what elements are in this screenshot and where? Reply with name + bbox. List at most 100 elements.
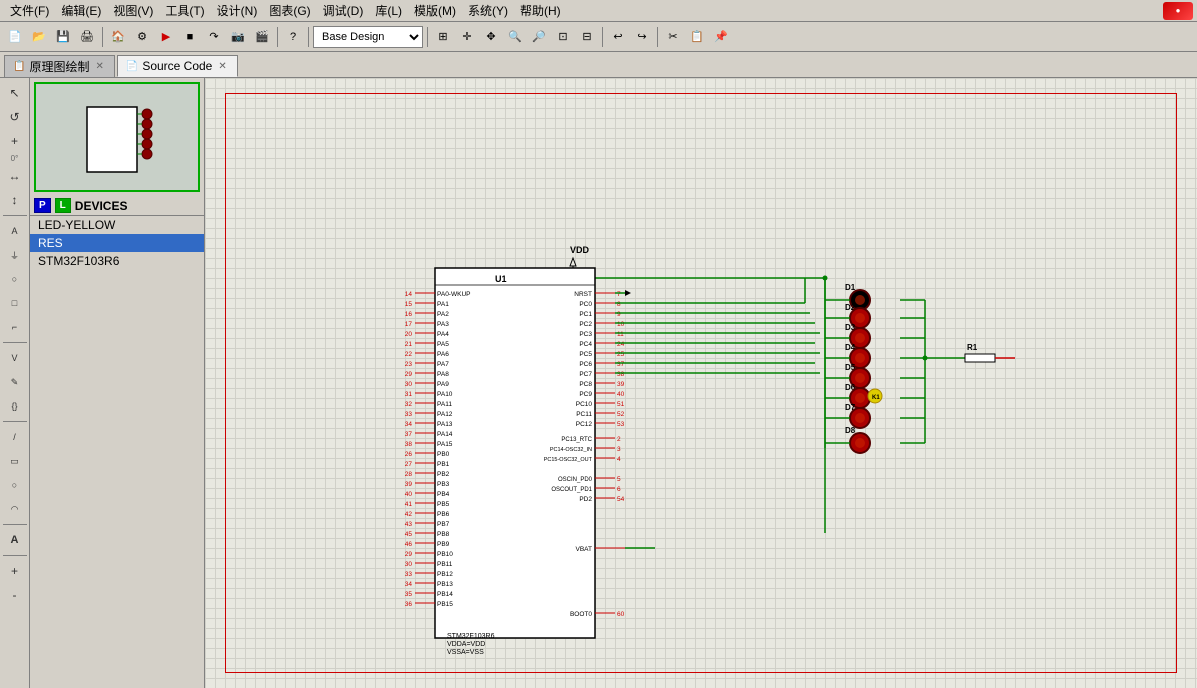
print-btn[interactable]: 🖨 [76,26,98,48]
paste-btn[interactable]: 📌 [710,26,732,48]
camera-btn[interactable]: 📷 [227,26,249,48]
menu-library[interactable]: 库(L) [369,0,408,21]
probe-tool[interactable]: V [3,347,27,369]
svg-text:PA13: PA13 [437,421,453,428]
zoom-fit-btn[interactable]: ⊡ [552,26,574,48]
menu-template[interactable]: 模版(M) [408,0,462,21]
line-tool[interactable]: / [3,426,27,448]
arc-tool[interactable]: ◠ [3,498,27,520]
svg-text:PB8: PB8 [437,531,450,538]
svg-text:34: 34 [405,581,413,588]
menu-tools[interactable]: 工具(T) [159,0,210,21]
grid-btn[interactable]: ⊞ [432,26,454,48]
device-led-yellow[interactable]: LED-YELLOW [30,216,204,234]
svg-text:PB12: PB12 [437,571,453,578]
text-tool[interactable]: A [3,529,27,551]
svg-text:U1: U1 [495,274,507,284]
select-tool[interactable]: ↖ [3,82,27,104]
sep-left3 [3,421,27,422]
svg-text:38: 38 [405,441,413,448]
pan-btn[interactable]: ✥ [480,26,502,48]
cut-btn[interactable]: ✂ [662,26,684,48]
design-select[interactable]: Base Design [313,26,423,48]
config-btn[interactable]: ⚙ [131,26,153,48]
svg-text:41: 41 [405,501,413,508]
canvas-area[interactable]: VDD U1 STM32F103R6 VDDA=VDD VSSA=VSS [205,78,1197,688]
tab-schematic-label: 原理图绘制 [29,58,89,75]
svg-text:OSCIN_PD0: OSCIN_PD0 [558,477,593,483]
help-btn[interactable]: ? [282,26,304,48]
svg-text:PC9: PC9 [579,391,592,398]
tab-source-close[interactable]: ✕ [216,61,228,72]
menu-file[interactable]: 文件(F) [4,0,55,21]
save-btn[interactable]: 💾 [52,26,74,48]
open-btn[interactable]: 📂 [28,26,50,48]
svg-text:38: 38 [617,371,625,378]
add-component-tool[interactable]: + [3,130,27,152]
pin-tool[interactable]: ○ [3,268,27,290]
menu-design[interactable]: 设计(N) [211,0,264,21]
btn-p[interactable]: P [34,198,51,213]
svg-text:PB13: PB13 [437,581,453,588]
menu-system[interactable]: 系统(Y) [462,0,514,21]
zoom-in-btn[interactable]: 🔍 [504,26,526,48]
zoom-out-btn[interactable]: 🔎 [528,26,550,48]
svg-text:60: 60 [617,611,625,618]
svg-text:PB15: PB15 [437,601,453,608]
svg-text:9: 9 [617,311,621,318]
device-stm32[interactable]: STM32F103R6 [30,252,204,270]
preview-area [34,82,200,192]
svg-text:PA5: PA5 [437,341,449,348]
svg-text:30: 30 [405,381,413,388]
zoom-out-left[interactable]: - [3,584,27,606]
svg-text:PC3: PC3 [579,331,592,338]
film-btn[interactable]: 🎬 [251,26,273,48]
svg-text:5: 5 [617,476,621,483]
label-tool[interactable]: A [3,220,27,242]
svg-text:PA10: PA10 [437,391,453,398]
svg-text:PA4: PA4 [437,331,449,338]
menu-view[interactable]: 视图(V) [107,0,159,21]
svg-text:PA2: PA2 [437,311,449,318]
script-tool[interactable]: {} [3,395,27,417]
redo-btn[interactable]: ↪ [631,26,653,48]
power-tool[interactable]: ⏚ [3,244,27,266]
svg-text:BOOT0: BOOT0 [570,611,592,618]
new-btn[interactable]: 📄 [4,26,26,48]
svg-text:36: 36 [405,601,413,608]
circle-tool[interactable]: ○ [3,474,27,496]
menu-edit[interactable]: 编辑(E) [55,0,107,21]
svg-text:PA9: PA9 [437,381,449,388]
stop-btn[interactable]: ■ [179,26,201,48]
svg-text:PC15-OSC32_OUT: PC15-OSC32_OUT [544,457,593,463]
menu-graph[interactable]: 图表(G) [263,0,316,21]
bus-entry-tool[interactable]: ⌐ [3,316,27,338]
zoom-area-btn[interactable]: ⊟ [576,26,598,48]
marker-tool[interactable]: ✎ [3,371,27,393]
menu-debug[interactable]: 调试(D) [317,0,370,21]
svg-text:PB10: PB10 [437,551,453,558]
menu-help[interactable]: 帮助(H) [514,0,567,21]
tab-schematic-close[interactable]: ✕ [93,61,105,72]
device-res[interactable]: RES [30,234,204,252]
svg-text:2: 2 [617,436,621,443]
svg-text:54: 54 [617,496,625,503]
svg-text:PC2: PC2 [579,321,592,328]
tab-source[interactable]: 📄 Source Code ✕ [117,55,238,77]
run-btn[interactable]: ▶ [155,26,177,48]
step-btn[interactable]: ↷ [203,26,225,48]
wire-tool[interactable]: ↔ [3,165,27,187]
home-btn[interactable]: 🏠 [107,26,129,48]
svg-text:PB3: PB3 [437,481,450,488]
port-tool[interactable]: □ [3,292,27,314]
box-tool[interactable]: ▭ [3,450,27,472]
tab-schematic[interactable]: 📋 原理图绘制 ✕ [4,55,115,77]
bus-tool[interactable]: ↕ [3,189,27,211]
sep2 [277,27,278,47]
rotate-tool[interactable]: ↺ [3,106,27,128]
crosshair-btn[interactable]: ✛ [456,26,478,48]
zoom-in-left[interactable]: + [3,560,27,582]
btn-l[interactable]: L [55,198,71,213]
copy-btn[interactable]: 📋 [686,26,708,48]
undo-btn[interactable]: ↩ [607,26,629,48]
